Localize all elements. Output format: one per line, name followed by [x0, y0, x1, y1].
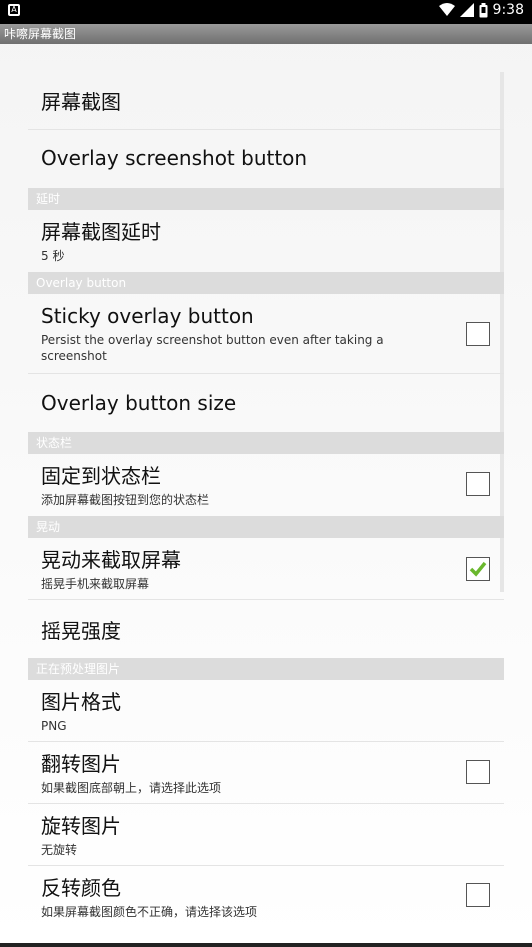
section-header-statusbar: 状态栏 — [28, 432, 504, 454]
pref-summary: PNG — [41, 719, 67, 733]
pref-sticky-overlay[interactable]: Sticky overlay button Persist the overla… — [28, 294, 504, 374]
status-icons: 9:38 — [438, 2, 524, 18]
section-header-overlay: Overlay button — [28, 272, 504, 294]
signal-icon — [459, 3, 474, 17]
pref-title: Overlay screenshot button — [41, 146, 308, 170]
status-bar: A 9:38 — [0, 0, 532, 24]
pref-rotate-image[interactable]: 旋转图片 无旋转 — [28, 804, 504, 866]
invert-colors-checkbox[interactable] — [466, 883, 490, 907]
clock: 9:38 — [492, 2, 524, 18]
pref-shake-capture[interactable]: 晃动来截取屏幕 摇晃手机来截取屏幕 — [28, 538, 504, 600]
sticky-overlay-checkbox[interactable] — [466, 322, 490, 346]
pref-summary: 5 秒 — [41, 249, 65, 263]
pref-overlay-button-size[interactable]: Overlay button size — [28, 374, 504, 432]
pref-summary: 如果屏幕截图颜色不正确，请选择该选项 — [41, 905, 258, 919]
pref-title: 图片格式 — [41, 690, 121, 714]
pin-statusbar-checkbox[interactable] — [466, 472, 490, 496]
pref-title: Overlay button size — [41, 391, 237, 415]
app-title: 咔嚓屏幕截图 — [0, 24, 532, 44]
bottom-edge — [0, 943, 532, 947]
notification-icon: A — [8, 4, 20, 16]
pref-shake-intensity[interactable]: 摇晃强度 — [28, 600, 504, 658]
pref-summary: Persist the overlay screenshot button ev… — [41, 333, 384, 363]
shake-capture-checkbox[interactable] — [466, 557, 490, 581]
pref-screenshot-delay[interactable]: 屏幕截图延时 5 秒 — [28, 210, 504, 272]
pref-flip-image[interactable]: 翻转图片 如果截图底部朝上，请选择此选项 — [28, 742, 504, 804]
section-header-shake: 晃动 — [28, 516, 504, 538]
pref-title: 固定到状态栏 — [41, 464, 161, 488]
pref-summary: 摇晃手机来截取屏幕 — [41, 577, 150, 591]
pref-overlay-screenshot-button[interactable]: Overlay screenshot button — [28, 130, 504, 188]
pref-screenshot[interactable]: 屏幕截图 — [28, 70, 504, 130]
pref-summary: 添加屏幕截图按钮到您的状态栏 — [41, 493, 210, 507]
section-header-processing: 正在预处理图片 — [28, 658, 504, 680]
check-icon — [469, 561, 487, 577]
battery-icon — [479, 2, 488, 17]
pref-pin-statusbar[interactable]: 固定到状态栏 添加屏幕截图按钮到您的状态栏 — [28, 454, 504, 516]
pref-image-format[interactable]: 图片格式 PNG — [28, 680, 504, 742]
section-header-delay: 延时 — [28, 188, 504, 210]
flip-image-checkbox[interactable] — [466, 760, 490, 784]
pref-summary: 无旋转 — [41, 843, 78, 857]
pref-title: 反转颜色 — [41, 876, 121, 900]
pref-title: 屏幕截图 — [41, 90, 121, 114]
pref-title: 屏幕截图延时 — [41, 220, 161, 244]
pref-title: 旋转图片 — [41, 814, 121, 838]
pref-title: 摇晃强度 — [41, 619, 121, 643]
wifi-icon — [438, 3, 455, 16]
pref-title: 翻转图片 — [41, 752, 121, 776]
pref-title: Sticky overlay button — [41, 304, 254, 328]
pref-title: 晃动来截取屏幕 — [41, 548, 181, 572]
pref-summary: 如果截图底部朝上，请选择此选项 — [41, 781, 222, 795]
pref-invert-colors[interactable]: 反转颜色 如果屏幕截图颜色不正确，请选择该选项 — [28, 866, 504, 928]
